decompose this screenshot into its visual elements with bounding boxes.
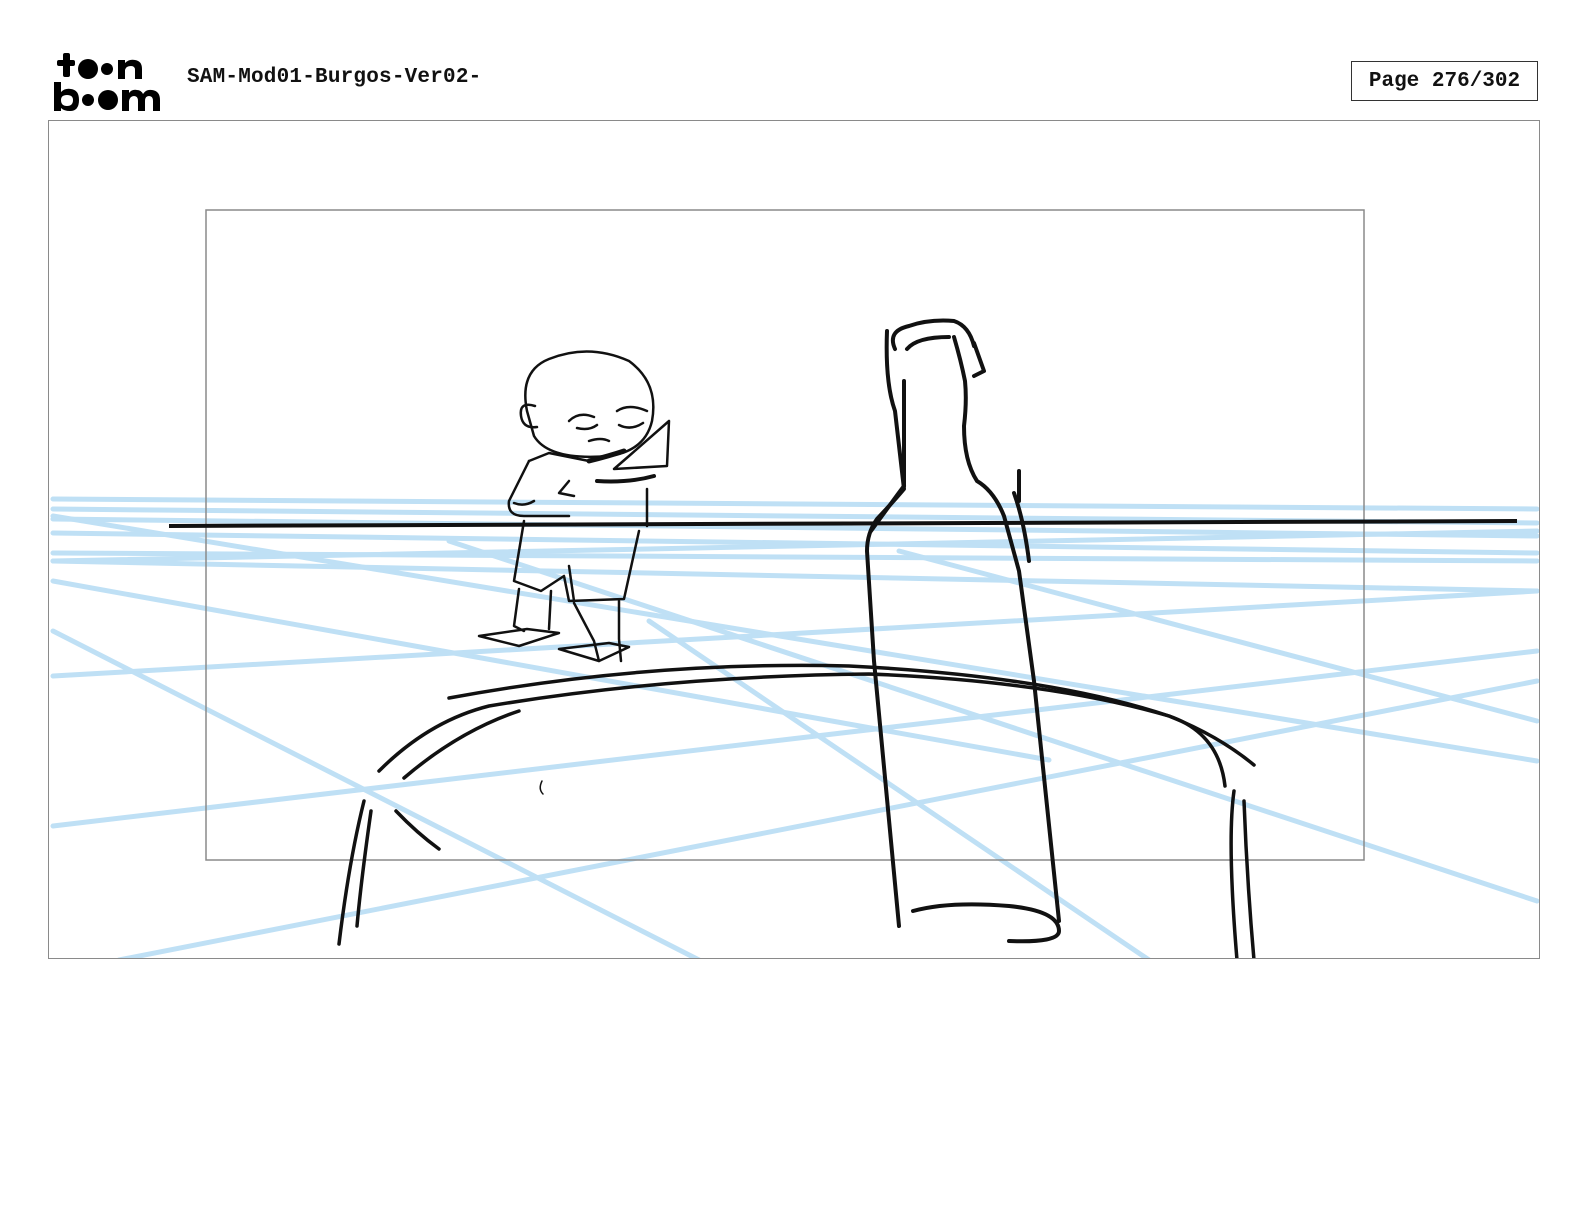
bottle-sketch [865, 318, 1061, 944]
perspective-grid [50, 496, 1539, 958]
panel-drawing [50, 209, 1539, 958]
foreground-bowl-sketch [337, 663, 1256, 958]
document-title: SAM-Mod01-Burgos-Ver02- [187, 66, 482, 89]
toon-boom-logo [54, 53, 160, 111]
storyboard-panel [48, 120, 1540, 959]
page-number-badge: Page 276/302 [1351, 61, 1538, 101]
page-number-label: Page 276/302 [1368, 69, 1521, 93]
